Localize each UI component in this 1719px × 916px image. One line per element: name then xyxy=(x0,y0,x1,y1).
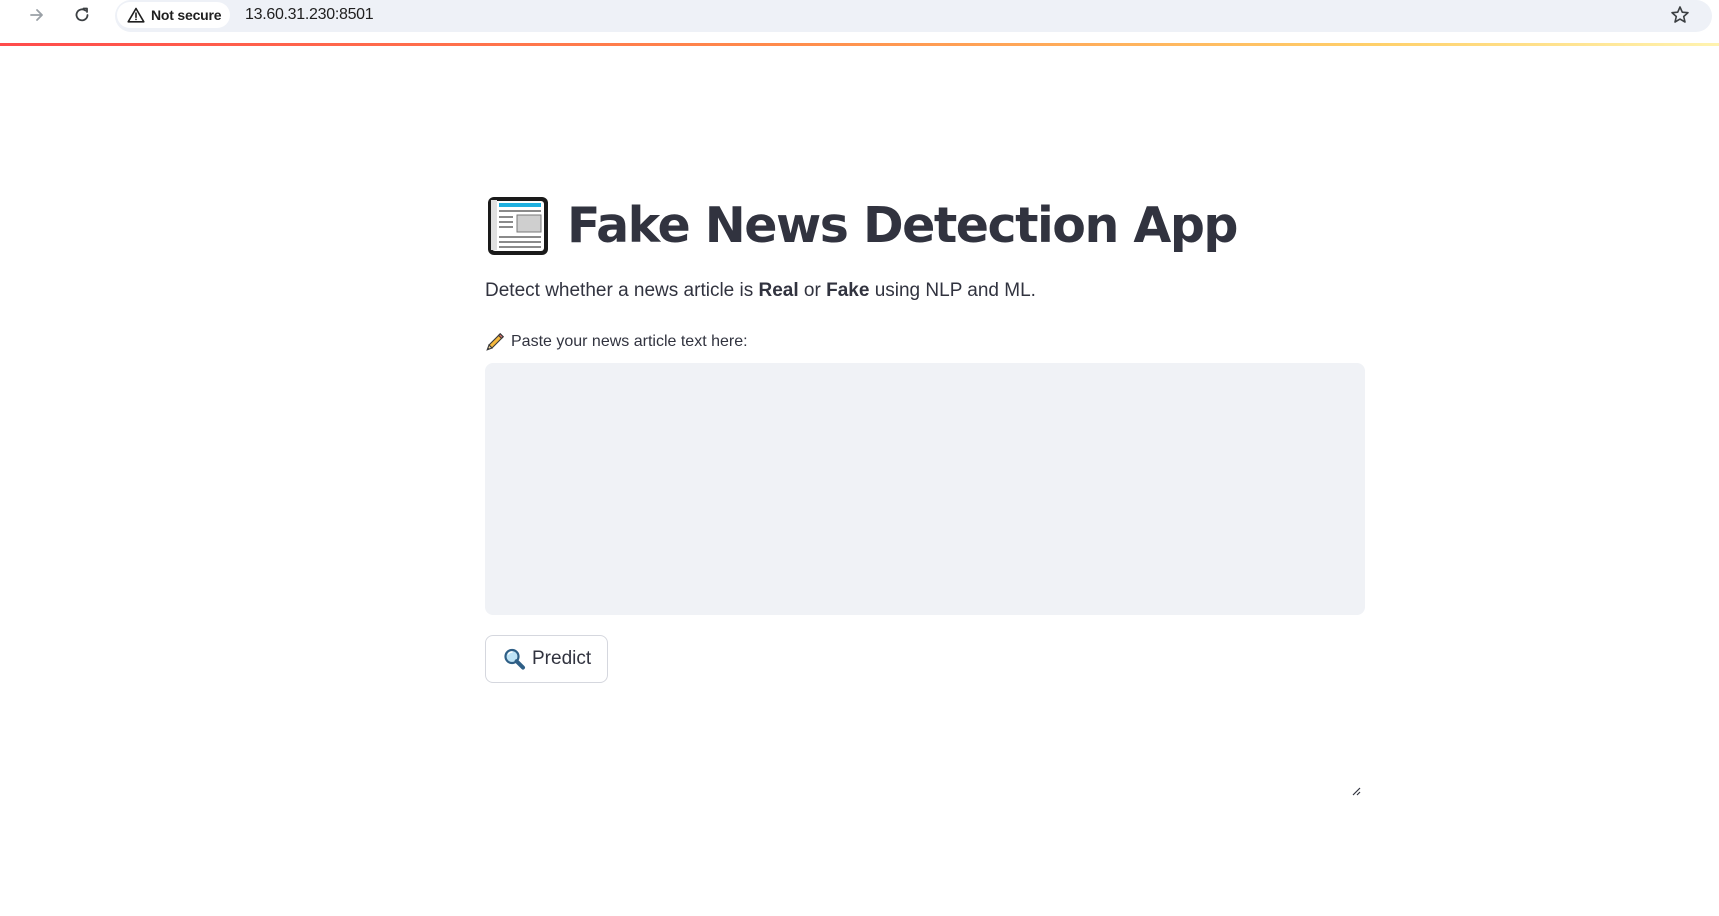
security-indicator[interactable]: Not secure xyxy=(117,2,231,28)
description-prefix: Detect whether a news article is xyxy=(485,280,759,301)
predict-button[interactable]: Predict xyxy=(485,635,609,683)
page-description: Detect whether a news article is Real or… xyxy=(485,280,1036,302)
article-text-input[interactable] xyxy=(485,363,1365,615)
security-label: Not secure xyxy=(151,7,222,23)
url-text[interactable]: 13.60.31.230:8501 xyxy=(245,6,374,24)
reload-icon xyxy=(75,7,89,22)
forward-button[interactable] xyxy=(24,2,50,28)
arrow-right-icon xyxy=(30,9,43,21)
article-input-label: Paste your news article text here: xyxy=(485,332,748,352)
description-or: or xyxy=(798,280,827,301)
description-real: Real xyxy=(758,280,799,301)
main-content: Fake News Detection App Detect whether a… xyxy=(485,180,1365,796)
pencil-icon xyxy=(486,333,504,351)
resize-handle-icon[interactable] xyxy=(1351,786,1361,796)
magnifying-glass-icon xyxy=(504,648,525,670)
newspaper-icon xyxy=(488,197,548,255)
bookmark-button[interactable] xyxy=(1668,3,1692,27)
predict-button-label: Predict xyxy=(532,648,592,669)
reload-button[interactable] xyxy=(69,2,95,28)
warning-triangle-icon xyxy=(127,7,145,23)
page-title-row: Fake News Detection App xyxy=(485,180,1365,270)
star-icon xyxy=(1671,6,1689,23)
description-fake: Fake xyxy=(826,280,870,301)
address-bar[interactable]: Not secure 13.60.31.230:8501 xyxy=(115,0,1712,32)
browser-toolbar: Not secure 13.60.31.230:8501 xyxy=(0,0,1719,32)
app-decoration-bar xyxy=(0,43,1719,46)
description-suffix: using NLP and ML. xyxy=(869,280,1036,301)
page-title: Fake News Detection App xyxy=(567,196,1238,254)
article-input-label-text: Paste your news article text here: xyxy=(511,333,748,350)
